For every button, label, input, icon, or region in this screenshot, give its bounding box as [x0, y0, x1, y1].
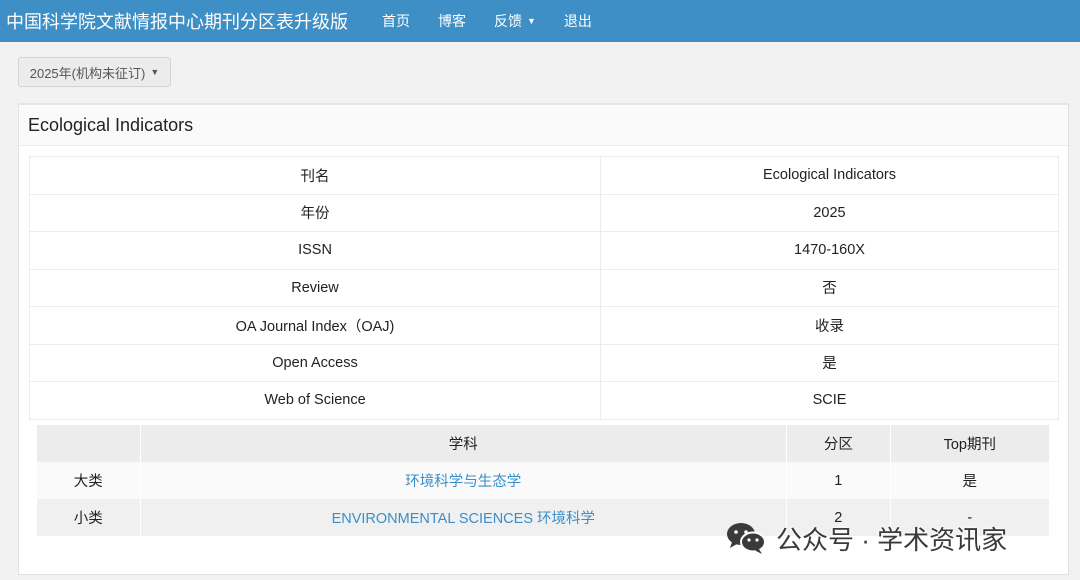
caret-down-icon: ▼ — [527, 16, 536, 26]
nav-home[interactable]: 首页 — [382, 11, 410, 31]
subject-link[interactable]: 环境科学与生态学 — [405, 474, 521, 490]
wechat-icon — [727, 523, 766, 554]
nav-feedback-dropdown[interactable]: 反馈 ▼ — [494, 11, 536, 31]
info-key: ISSN — [29, 231, 601, 270]
table-row: 大类 环境科学与生态学 1 是 — [37, 462, 1051, 499]
subject-cell: 环境科学与生态学 — [140, 462, 788, 499]
info-value: Ecological Indicators — [600, 156, 1059, 195]
nav-blog-label: 博客 — [438, 13, 466, 29]
info-row: 年份 2025 — [29, 193, 1059, 232]
info-value: 1470-160X — [600, 231, 1059, 270]
nav-blog[interactable]: 博客 — [438, 11, 466, 31]
header-category — [37, 425, 141, 462]
subject-table-header: 学科 分区 Top期刊 — [37, 425, 1051, 462]
info-value: 收录 — [600, 306, 1059, 345]
info-key: OA Journal Index（OAJ) — [29, 306, 601, 345]
info-row: Web of Science SCIE — [29, 381, 1059, 420]
category-cell: 大类 — [37, 462, 141, 499]
zone-cell: 1 — [786, 462, 891, 499]
nav-logout-label: 退出 — [563, 13, 592, 29]
info-value: SCIE — [600, 381, 1059, 420]
top-navbar: 中国科学院文献情报中心期刊分区表升级版 首页 博客 反馈 ▼ 退出 — [0, 0, 1080, 42]
nav-feedback-label: 反馈 — [494, 13, 522, 29]
caret-down-icon: ▼ — [150, 67, 160, 77]
info-key: Web of Science — [29, 381, 601, 420]
info-key: 年份 — [29, 193, 601, 232]
info-row: ISSN 1470-160X — [29, 231, 1059, 270]
info-row: Review 否 — [29, 268, 1059, 307]
info-value: 否 — [600, 268, 1059, 307]
info-row: 刊名 Ecological Indicators — [29, 156, 1059, 195]
info-row: OA Journal Index（OAJ) 收录 — [29, 306, 1059, 345]
info-key: Open Access — [29, 343, 601, 382]
journal-info-table: 刊名 Ecological Indicators 年份 2025 ISSN 1470-… — [29, 156, 1059, 420]
journal-panel: Ecological Indicators 刊名 Ecological Indic… — [18, 103, 1069, 575]
subject-link[interactable]: ENVIRONMENTAL SCIENCES 环境科学 — [332, 511, 595, 527]
watermark-text: 公众号 · 学术资讯家 — [776, 524, 1008, 555]
info-key: Review — [29, 268, 601, 307]
nav-logout[interactable]: 退出 — [564, 11, 592, 31]
panel-title: Ecological Indicators — [19, 105, 1068, 146]
header-top-journal: Top期刊 — [890, 425, 1051, 462]
header-zone: 分区 — [786, 425, 891, 462]
info-value: 是 — [600, 343, 1059, 382]
info-row: Open Access 是 — [29, 343, 1059, 382]
watermark: 公众号 · 学术资讯家 — [726, 518, 1007, 558]
category-cell: 小类 — [37, 499, 141, 536]
info-value: 2025 — [600, 193, 1059, 232]
header-subject: 学科 — [140, 425, 788, 462]
top-cell: 是 — [890, 462, 1051, 499]
site-brand[interactable]: 中国科学院文献情报中心期刊分区表升级版 — [6, 8, 348, 34]
year-select-label: 2025年(机构未征订) — [29, 65, 146, 81]
info-key: 刊名 — [29, 156, 601, 195]
year-select-button[interactable]: 2025年(机构未征订) ▼ — [18, 57, 171, 87]
nav-home-label: 首页 — [382, 13, 410, 29]
subject-cell: ENVIRONMENTAL SCIENCES 环境科学 — [140, 499, 788, 536]
